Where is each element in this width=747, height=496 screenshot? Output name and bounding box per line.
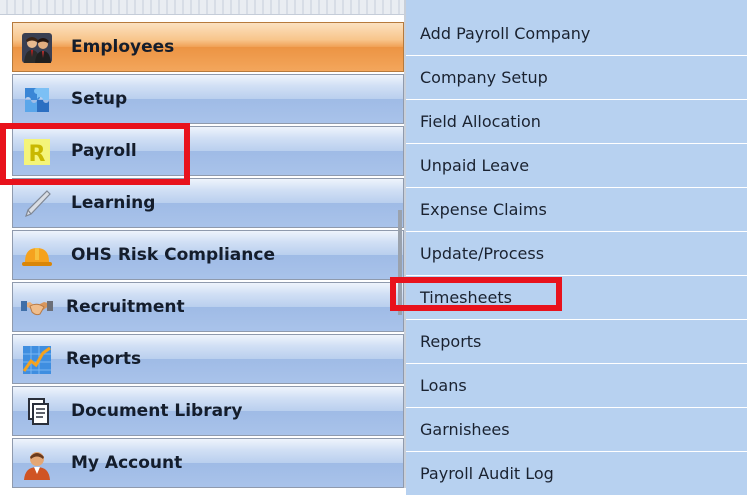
submenu-item-timesheets[interactable]: Timesheets (406, 276, 747, 320)
nav-label-ohs-risk-compliance: OHS Risk Compliance (71, 245, 275, 265)
submenu-item-expense-claims[interactable]: Expense Claims (406, 188, 747, 232)
user-icon (21, 448, 53, 480)
submenu-item-update-process[interactable]: Update/Process (406, 232, 747, 276)
submenu-item-garnishees[interactable]: Garnishees (406, 408, 747, 452)
splitter-handle[interactable] (398, 210, 402, 315)
nav-label-recruitment: Recruitment (66, 297, 185, 317)
submenu-item-add-payroll-company[interactable]: Add Payroll Company (406, 12, 747, 56)
payroll-icon: R (21, 136, 53, 168)
hard-hat-icon (21, 240, 53, 272)
setup-icon (21, 84, 53, 116)
submenu-item-company-setup[interactable]: Company Setup (406, 56, 747, 100)
nav-item-payroll[interactable]: R Payroll (12, 126, 404, 176)
nav-item-recruitment[interactable]: Recruitment (12, 282, 404, 332)
nav-label-setup: Setup (71, 89, 128, 109)
nav-label-learning: Learning (71, 193, 156, 213)
submenu-label: Payroll Audit Log (420, 464, 554, 483)
nav-label-my-account: My Account (71, 453, 183, 473)
main-navigation: Employees Setup R Payroll Learning OHS R… (0, 0, 405, 488)
submenu-item-reports[interactable]: Reports (406, 320, 747, 364)
nav-item-setup[interactable]: Setup (12, 74, 404, 124)
submenu-item-unpaid-leave[interactable]: Unpaid Leave (406, 144, 747, 188)
payroll-submenu: Add Payroll Company Company Setup Field … (406, 0, 747, 496)
submenu-item-loans[interactable]: Loans (406, 364, 747, 408)
submenu-label: Field Allocation (420, 112, 541, 131)
submenu-label: Expense Claims (420, 200, 547, 219)
submenu-label: Update/Process (420, 244, 545, 263)
submenu-item-payroll-audit-log[interactable]: Payroll Audit Log (406, 452, 747, 496)
nav-item-my-account[interactable]: My Account (12, 438, 404, 488)
nav-item-employees[interactable]: Employees (12, 22, 404, 72)
document-icon (21, 396, 53, 428)
nav-label-reports: Reports (66, 349, 142, 369)
submenu-label: Add Payroll Company (420, 24, 591, 43)
submenu-label: Reports (420, 332, 482, 351)
nav-top-strip (0, 0, 405, 15)
nav-label-document-library: Document Library (71, 401, 243, 421)
handshake-icon (21, 292, 53, 324)
nav-item-document-library[interactable]: Document Library (12, 386, 404, 436)
nav-label-payroll: Payroll (71, 141, 137, 161)
learning-icon (21, 188, 53, 220)
reports-chart-icon (21, 344, 53, 376)
submenu-label: Timesheets (420, 288, 512, 307)
nav-label-employees: Employees (71, 37, 175, 57)
employees-icon (21, 32, 53, 64)
submenu-label: Unpaid Leave (420, 156, 530, 175)
submenu-label: Garnishees (420, 420, 510, 439)
nav-item-ohs-risk-compliance[interactable]: OHS Risk Compliance (12, 230, 404, 280)
svg-text:R: R (29, 142, 46, 167)
nav-item-learning[interactable]: Learning (12, 178, 404, 228)
submenu-label: Company Setup (420, 68, 548, 87)
nav-item-reports[interactable]: Reports (12, 334, 404, 384)
submenu-label: Loans (420, 376, 467, 395)
submenu-item-field-allocation[interactable]: Field Allocation (406, 100, 747, 144)
